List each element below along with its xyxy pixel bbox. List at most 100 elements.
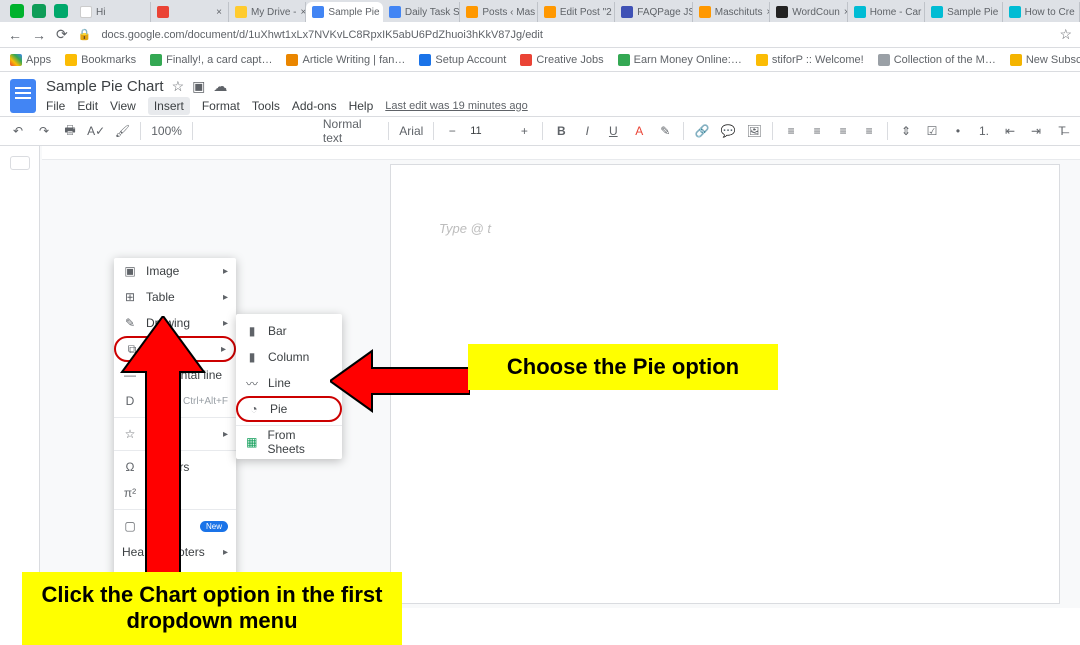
move-icon[interactable]: ▣: [192, 78, 205, 95]
bookmark-item[interactable]: stiforP :: Welcome!: [756, 54, 864, 66]
zoom-select[interactable]: 100%: [151, 124, 182, 138]
chart-from-sheets[interactable]: ▦From Sheets: [236, 429, 342, 455]
bookmark-item[interactable]: Finally!, a card capt…: [150, 54, 272, 66]
outline-toggle-icon[interactable]: [10, 156, 30, 170]
print-icon[interactable]: 🖶: [62, 121, 78, 142]
menu-view[interactable]: View: [110, 99, 136, 113]
undo-icon[interactable]: ↶: [10, 124, 26, 138]
image-icon[interactable]: 🖼: [746, 124, 762, 138]
comment-icon[interactable]: 💬: [720, 124, 736, 138]
bookmark-item[interactable]: Creative Jobs: [520, 54, 603, 66]
browser-tab[interactable]: ×: [151, 2, 228, 22]
font-select[interactable]: Arial: [399, 124, 423, 138]
chart-column[interactable]: ▮Column: [236, 344, 342, 370]
style-select[interactable]: Normal text: [323, 117, 379, 145]
menu-format[interactable]: Format: [202, 99, 240, 113]
menubar: File Edit View Insert Format Tools Add-o…: [46, 97, 528, 115]
browser-tab[interactable]: FAQPage JS×: [615, 2, 692, 22]
bookmark-item[interactable]: New Subscriber | Al…: [1010, 54, 1080, 66]
indent-increase-icon[interactable]: ⇥: [1028, 124, 1044, 138]
checklist-icon[interactable]: ☑: [924, 124, 940, 138]
browser-tab[interactable]: Sample Pie×: [925, 2, 1002, 22]
bookmark-item[interactable]: Setup Account: [419, 54, 506, 66]
menu-help[interactable]: Help: [349, 99, 374, 113]
align-left-icon[interactable]: ≡: [783, 124, 799, 138]
browser-tab[interactable]: Home - Car×: [848, 2, 925, 22]
bookmarks-bar: Apps Bookmarks Finally!, a card capt… Ar…: [0, 48, 1080, 72]
annotation-arrow-chart: [118, 316, 208, 576]
star-icon[interactable]: ☆: [1059, 26, 1072, 43]
browser-tab[interactable]: Maschituts×: [693, 2, 770, 22]
chart-line[interactable]: 〰Line: [236, 370, 342, 396]
last-edit-text[interactable]: Last edit was 19 minutes ago: [385, 100, 527, 112]
docs-header: Sample Pie Chart ☆ ▣ ☁ File Edit View In…: [0, 72, 1080, 116]
menu-insert[interactable]: Insert: [148, 97, 190, 115]
browser-tab[interactable]: Edit Post "2×: [538, 2, 615, 22]
bookmark-item[interactable]: Bookmarks: [65, 54, 136, 66]
sheets-icon: ▦: [244, 435, 259, 449]
browser-tab[interactable]: Posts ‹ Mas×: [460, 2, 537, 22]
browser-tabstrip: Hi × My Drive -× Sample Pie× Daily Task …: [0, 0, 1080, 22]
link-icon[interactable]: 🔗: [694, 124, 710, 138]
bookmark-item[interactable]: Collection of the M…: [878, 54, 996, 66]
align-right-icon[interactable]: ≡: [835, 124, 851, 138]
menu-addons[interactable]: Add-ons: [292, 99, 337, 113]
bullet-list-icon[interactable]: •: [950, 124, 966, 138]
decrease-font-icon[interactable]: −: [444, 124, 460, 138]
menu-edit[interactable]: Edit: [77, 99, 98, 113]
clear-format-icon[interactable]: T̶: [1054, 124, 1070, 138]
back-icon[interactable]: ←: [8, 27, 22, 43]
align-center-icon[interactable]: ≡: [809, 124, 825, 138]
highlight-icon[interactable]: ✎: [657, 124, 673, 138]
reload-icon[interactable]: ⟳: [56, 26, 68, 43]
forward-icon[interactable]: →: [32, 27, 46, 43]
browser-tab[interactable]: Daily Task S×: [383, 2, 460, 22]
bookmark-apps[interactable]: Apps: [10, 54, 51, 66]
close-icon[interactable]: ×: [216, 7, 222, 18]
tab-favicon: [32, 4, 46, 18]
bookmark-item[interactable]: Article Writing | fan…: [286, 54, 405, 66]
bookmark-item[interactable]: Earn Money Online:…: [618, 54, 742, 66]
annotation-arrow-pie: [330, 346, 470, 416]
line-spacing-icon[interactable]: ⇕: [898, 124, 914, 138]
chevron-right-icon: ▸: [223, 547, 228, 558]
spellcheck-icon[interactable]: A✓: [88, 124, 104, 138]
chart-pie[interactable]: ◔Pie: [236, 396, 342, 422]
insert-image[interactable]: ▣Image▸: [114, 258, 236, 284]
cloud-icon[interactable]: ☁: [213, 78, 227, 95]
table-icon: ⊞: [122, 290, 138, 304]
browser-tab[interactable]: How to Cre×: [1003, 2, 1080, 22]
star-icon[interactable]: ☆: [172, 78, 185, 95]
italic-icon[interactable]: I: [579, 124, 595, 138]
docs-logo-icon[interactable]: [10, 79, 36, 113]
os-tab-icons: [4, 4, 74, 22]
text-color-icon[interactable]: A: [631, 124, 647, 138]
document-canvas: Type @ t ▣Image▸ ⊞Table▸ ✎Drawing▸ ⧉Char…: [0, 146, 1080, 608]
outline-rail: [0, 146, 40, 608]
docs-toolbar: ↶ ↷ 🖶 A✓ 🖌 100% Normal text Arial − 11 +…: [0, 116, 1080, 146]
horizontal-ruler[interactable]: [42, 146, 1080, 160]
browser-tab[interactable]: My Drive -×: [229, 2, 306, 22]
browser-tab[interactable]: WordCoun×: [770, 2, 847, 22]
browser-tab[interactable]: Hi: [74, 2, 151, 22]
paint-format-icon[interactable]: 🖌: [114, 124, 130, 138]
align-justify-icon[interactable]: ≡: [861, 124, 877, 138]
insert-table[interactable]: ⊞Table▸: [114, 284, 236, 310]
document-title[interactable]: Sample Pie Chart: [46, 78, 164, 95]
menu-file[interactable]: File: [46, 99, 65, 113]
menu-tools[interactable]: Tools: [252, 99, 280, 113]
column-chart-icon: ▮: [244, 350, 260, 364]
line-chart-icon: 〰: [244, 375, 260, 392]
font-size-input[interactable]: 11: [470, 125, 506, 137]
redo-icon[interactable]: ↷: [36, 124, 52, 138]
url-text[interactable]: docs.google.com/document/d/1uXhwt1xLx7NV…: [101, 29, 1049, 41]
bar-chart-icon: ▮: [244, 324, 260, 338]
underline-icon[interactable]: U: [605, 124, 621, 138]
chart-bar[interactable]: ▮Bar: [236, 318, 342, 344]
increase-font-icon[interactable]: +: [516, 124, 532, 138]
bold-icon[interactable]: B: [553, 124, 569, 138]
browser-tab-active[interactable]: Sample Pie×: [306, 2, 382, 22]
chevron-right-icon: ▸: [223, 318, 228, 329]
numbered-list-icon[interactable]: 1.: [976, 124, 992, 138]
indent-decrease-icon[interactable]: ⇤: [1002, 124, 1018, 138]
